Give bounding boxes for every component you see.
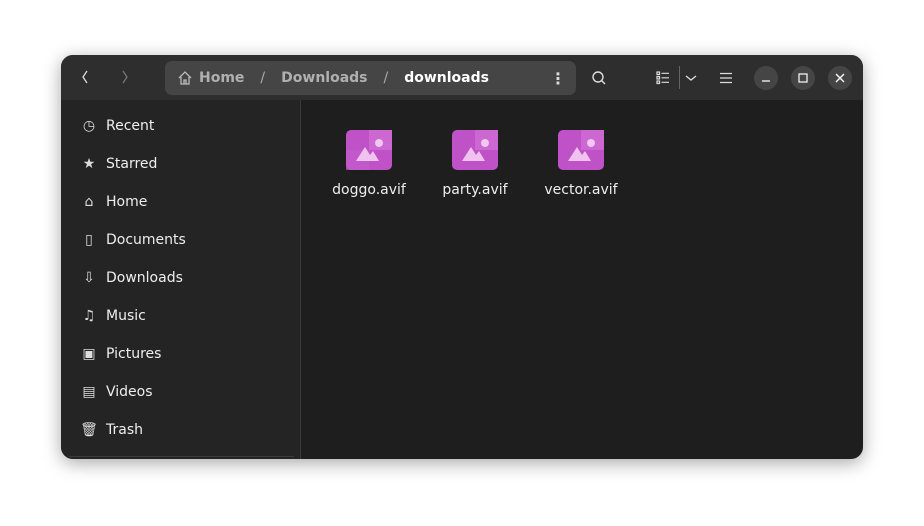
file-manager-window: Home / Downloads / downloads ⋮ ◷ Recent ★… [61, 55, 863, 459]
file-name: vector.avif [544, 182, 618, 198]
file-name: party.avif [442, 182, 508, 198]
hamburger-icon [720, 72, 732, 84]
document-icon: ▯ [85, 232, 93, 248]
search-button[interactable] [589, 68, 609, 88]
sidebar: ◷ Recent ★ Starred ⌂ Home ▯ Documents ⇩ Downl… [61, 100, 301, 459]
sidebar-item-starred[interactable]: ★ Starred [61, 145, 300, 183]
sidebar-item-home[interactable]: ⌂ Home [61, 183, 300, 221]
file-item[interactable]: doggo.avif [319, 130, 419, 198]
sidebar-item-label: Downloads [106, 270, 183, 286]
breadcrumb-downloads[interactable]: Downloads [281, 70, 367, 86]
list-view-icon [656, 71, 669, 85]
sidebar-item-documents[interactable]: ▯ Documents [61, 221, 300, 259]
sidebar-item-music[interactable]: ♫ Music [61, 297, 300, 335]
main-menu-button[interactable] [716, 68, 736, 88]
picture-icon: ▣ [82, 346, 96, 362]
home-icon: ⌂ [84, 194, 94, 210]
file-item[interactable]: party.avif [425, 130, 525, 198]
clock-icon: ◷ [82, 118, 96, 134]
back-button[interactable] [75, 67, 95, 87]
trash-icon: 🗑 [80, 422, 98, 438]
chevron-right-icon [122, 70, 128, 84]
download-icon: ⇩ [83, 270, 95, 286]
close-icon [835, 73, 845, 83]
minimize-button[interactable] [754, 66, 778, 90]
breadcrumb-home[interactable]: Home [199, 70, 244, 86]
sidebar-item-label: Pictures [106, 346, 162, 362]
search-icon [592, 71, 606, 85]
sidebar-item-trash[interactable]: 🗑 Trash [61, 411, 300, 449]
image-file-icon [452, 130, 498, 170]
breadcrumb-separator: / [383, 70, 389, 86]
sidebar-item-recent[interactable]: ◷ Recent [61, 107, 300, 145]
film-icon: ▤ [82, 384, 96, 400]
chevron-down-icon [685, 75, 697, 81]
header-bar: Home / Downloads / downloads ⋮ [61, 55, 863, 100]
sidebar-item-label: Starred [106, 156, 158, 172]
maximize-button[interactable] [791, 66, 815, 90]
breadcrumb-separator: / [260, 70, 266, 86]
image-file-icon [346, 130, 392, 170]
home-icon [178, 71, 192, 85]
sidebar-item-label: Recent [106, 118, 155, 134]
minimize-icon [762, 80, 770, 82]
chevron-left-icon [82, 70, 88, 84]
maximize-icon [798, 73, 808, 83]
file-grid: doggo.avif party.avif vector.avif [302, 100, 863, 459]
view-options-button[interactable] [682, 68, 700, 88]
sidebar-divider [69, 456, 294, 457]
file-name: doggo.avif [332, 182, 406, 198]
star-icon: ★ [82, 156, 96, 172]
sidebar-item-label: Home [106, 194, 148, 210]
sidebar-item-label: Music [106, 308, 146, 324]
forward-button[interactable] [115, 67, 135, 87]
breadcrumb: Home / Downloads / downloads ⋮ [165, 61, 576, 95]
file-item[interactable]: vector.avif [531, 130, 631, 198]
sidebar-item-label: Trash [106, 422, 143, 438]
breadcrumb-current[interactable]: downloads [404, 70, 489, 86]
music-icon: ♫ [82, 308, 96, 324]
sidebar-item-videos[interactable]: ▤ Videos [61, 373, 300, 411]
sidebar-item-pictures[interactable]: ▣ Pictures [61, 335, 300, 373]
list-view-button[interactable] [653, 68, 673, 88]
sidebar-item-label: Videos [106, 384, 153, 400]
image-file-icon [558, 130, 604, 170]
path-menu-icon[interactable]: ⋮ [550, 69, 566, 88]
sidebar-item-downloads[interactable]: ⇩ Downloads [61, 259, 300, 297]
sidebar-item-label: Documents [106, 232, 186, 248]
divider [679, 66, 680, 89]
close-button[interactable] [828, 66, 852, 90]
